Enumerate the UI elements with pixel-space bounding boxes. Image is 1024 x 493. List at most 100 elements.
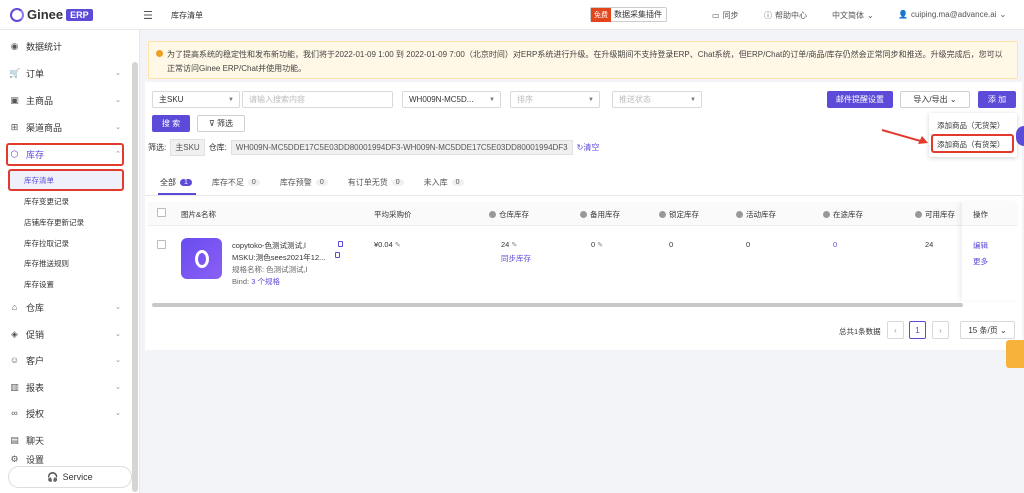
col-label: 活动库存 [746, 210, 776, 219]
submenu-pull-records[interactable]: 库存拉取记录 [24, 238, 69, 249]
help-icon[interactable] [489, 211, 496, 218]
sidebar-item-promotions[interactable]: ◈ 促销 ⌄ [0, 321, 130, 347]
filter-prefix: 筛选: [148, 143, 167, 152]
service-button[interactable]: 🎧 Service [8, 466, 132, 488]
copy-icon[interactable] [335, 252, 340, 258]
sidebar-item-products[interactable]: ▣ 主商品 ⌄ [0, 87, 130, 113]
prev-page-button[interactable]: ‹ [887, 321, 904, 339]
sidebar-scrollbar[interactable] [132, 62, 138, 492]
locked-stock-value: 0 [669, 240, 674, 249]
sync-stock-link[interactable]: 同步库存 [501, 253, 531, 264]
submenu-inventory-settings[interactable]: 库存设置 [24, 279, 54, 290]
sidebar-item-customers[interactable]: ☺ 客户 ⌄ [0, 347, 130, 373]
help-icon[interactable] [580, 211, 587, 218]
sidebar-item-orders[interactable]: 🛒 订单 ⌄ [0, 60, 130, 86]
product-name[interactable]: copytoko-色测试测试,l [232, 240, 306, 251]
sort-select[interactable]: 排序 ▼ [510, 91, 600, 108]
submenu-store-updates[interactable]: 店铺库存更新记录 [24, 217, 84, 228]
logo[interactable]: Ginee ERP [10, 7, 93, 22]
import-export-button[interactable]: 导入/导出 ⌄ [900, 91, 970, 108]
next-page-button[interactable]: › [932, 321, 949, 339]
submenu-push-rules[interactable]: 库存推送规则 [24, 258, 69, 269]
push-status-placeholder: 推送状态 [619, 95, 651, 104]
menu-toggle-icon[interactable]: ☰ [143, 9, 153, 22]
filter-tag-sku[interactable]: 主SKU [170, 139, 205, 156]
monitor-icon: ▭ [712, 11, 720, 20]
red-arrow-icon [881, 129, 928, 144]
floating-tab[interactable] [1016, 126, 1024, 146]
edit-pencil-icon[interactable]: ✎ [597, 242, 603, 249]
promo-stock-value: 0 [746, 240, 751, 249]
sidebar-item-warehouse[interactable]: ⌂ 仓库 ⌄ [0, 294, 130, 320]
submenu-inventory-changes[interactable]: 库存变更记录 [24, 196, 69, 207]
warehouse-icon: ⌂ [11, 302, 18, 312]
chart-icon: ▥ [10, 381, 19, 392]
help-button[interactable]: ⓘ 帮助中心 [764, 10, 807, 21]
user-menu[interactable]: 👤 cuiping.ma@advance.ai ⌄ [898, 10, 1006, 19]
tab-stock-alert[interactable]: 库存预警 0 [280, 177, 328, 188]
total-count: 总共1条数据 [839, 327, 881, 336]
avg-price-cell: ¥0.04 ✎ [374, 240, 401, 249]
filter-icon: ⊽ [208, 119, 215, 128]
push-status-select[interactable]: 推送状态 ▼ [612, 91, 702, 108]
tab-all[interactable]: 全部 1 [160, 177, 192, 188]
sidebar-item-chat[interactable]: ▤ 聊天 [0, 427, 130, 453]
help-icon: ⓘ [764, 11, 772, 20]
help-icon[interactable] [915, 211, 922, 218]
sidebar-item-reports[interactable]: ▥ 报表 ⌄ [0, 374, 130, 400]
select-all-checkbox[interactable] [157, 208, 166, 217]
caret-down-icon: ▼ [489, 96, 495, 103]
warehouse-stock-cell: 24 ✎ [501, 240, 517, 249]
search-button[interactable]: 搜 索 [152, 115, 190, 132]
copy-icon[interactable] [338, 241, 343, 247]
sku-type-select[interactable]: 主SKU ▼ [152, 91, 240, 108]
sidebar-item-authorization[interactable]: ∞ 授权 ⌄ [0, 400, 130, 426]
search-input[interactable]: 请输入搜索内容 [242, 91, 393, 108]
sync-button[interactable]: ▭ 同步 [712, 10, 739, 21]
page-size-select[interactable]: 15 条/页 ⌄ [960, 321, 1015, 339]
side-helper-widget[interactable] [1006, 340, 1024, 368]
chevron-down-icon: ⌄ [115, 97, 121, 104]
email-alert-button[interactable]: 邮件提醒设置 [827, 91, 893, 108]
warehouse-stock-value: 24 [501, 240, 510, 249]
edit-pencil-icon[interactable]: ✎ [511, 242, 517, 249]
channel-icon: ⊞ [10, 121, 19, 132]
row-checkbox[interactable] [157, 240, 166, 249]
sidebar-item-channel-products[interactable]: ⊞ 渠道商品 ⌄ [0, 114, 130, 140]
highlight-add-with-stock [931, 134, 1014, 153]
sidebar-item-dashboard[interactable]: ◉ 数据统计 [0, 33, 130, 59]
cart-icon: 🛒 [9, 67, 21, 78]
language-label: 中文简体 [832, 11, 864, 20]
warehouse-select[interactable]: WH009N-MC5D... ▼ [402, 91, 501, 108]
tab-not-inbound[interactable]: 未入库 0 [424, 177, 464, 188]
help-icon[interactable] [736, 211, 743, 218]
edit-link[interactable]: 编辑 [973, 240, 988, 251]
edit-pencil-icon[interactable]: ✎ [395, 242, 401, 249]
product-bind: Bind: 3 个规格 [232, 276, 280, 287]
product-thumbnail[interactable] [181, 238, 222, 279]
more-link[interactable]: 更多 [973, 256, 988, 267]
help-icon[interactable] [659, 211, 666, 218]
menu-item-add-no-stock[interactable]: 添加商品（无货架） [937, 120, 1005, 131]
tab-count: 0 [247, 179, 260, 186]
help-icon[interactable] [823, 211, 830, 218]
clear-filters-link[interactable]: ↻清空 [577, 142, 600, 153]
dashboard-icon: ◉ [10, 40, 19, 51]
chevron-down-icon: ⌄ [115, 70, 121, 77]
page-1-button[interactable]: 1 [909, 321, 926, 339]
add-button[interactable]: 添 加 [978, 91, 1016, 108]
plugin-button[interactable]: 免费 数据采集插件 [590, 7, 667, 22]
tab-count: 0 [391, 179, 404, 186]
filter-tag-warehouse[interactable]: WH009N-MC5DDE17C5E03DD80001994DF3-WH009N… [230, 140, 573, 155]
sidebar-item-settings[interactable]: ⚙ 设置 [0, 453, 130, 465]
tab-low-stock[interactable]: 库存不足 0 [212, 177, 260, 188]
tab-orders-no-stock[interactable]: 有订单无货 0 [348, 177, 404, 188]
spare-stock-value: 0 [591, 240, 596, 249]
filter-button[interactable]: ⊽ 筛选 [197, 115, 245, 132]
language-select[interactable]: 中文简体 ⌄ [832, 10, 874, 21]
caret-down-icon: ▼ [690, 96, 696, 103]
transit-stock-value[interactable]: 0 [833, 240, 837, 249]
sidebar-item-label: 数据统计 [26, 41, 63, 52]
bind-variants-link[interactable]: 3 个规格 [251, 277, 280, 286]
table-horizontal-scrollbar[interactable] [152, 303, 963, 307]
